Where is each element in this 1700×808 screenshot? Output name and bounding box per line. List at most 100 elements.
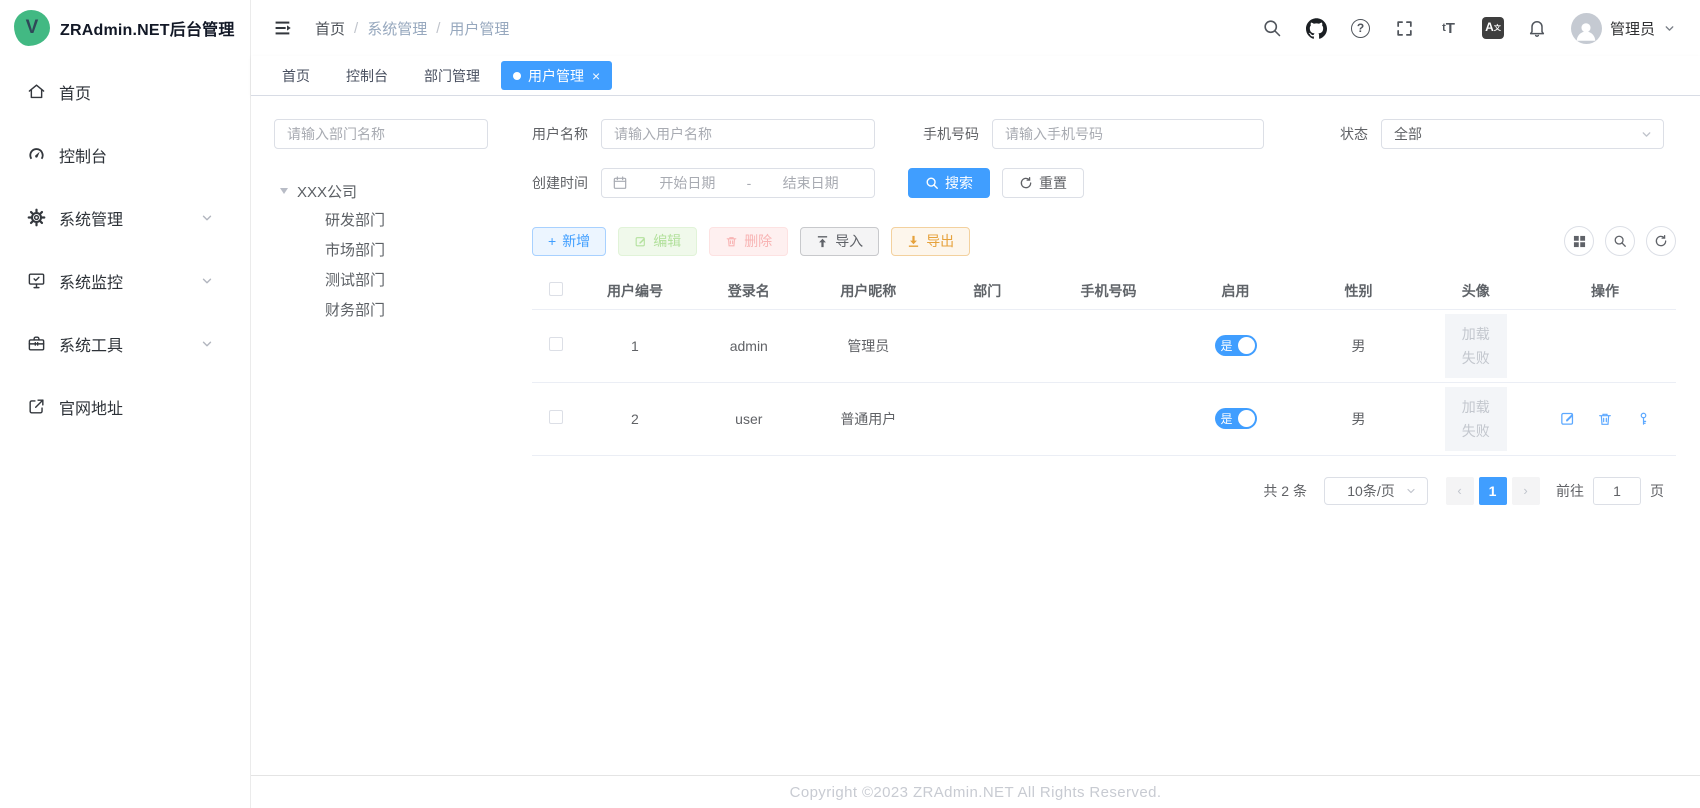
home-icon — [26, 82, 46, 102]
enabled-switch[interactable]: 是 — [1215, 408, 1257, 429]
table-tools — [1564, 226, 1676, 256]
sidebar-item-system-tools[interactable]: 系统工具 — [0, 312, 250, 375]
col-actions: 操作 — [1534, 273, 1676, 309]
col-nickname: 用户昵称 — [808, 273, 929, 309]
date-range-picker[interactable]: 开始日期 - 结束日期 — [601, 168, 875, 198]
row-checkbox[interactable] — [549, 410, 563, 424]
help-icon[interactable]: ? — [1350, 18, 1371, 39]
status-select[interactable]: 全部 — [1381, 119, 1664, 149]
phone-input[interactable] — [992, 119, 1264, 149]
tree-node-dept[interactable]: 研发部门 — [274, 206, 488, 236]
username-label: 管理员 — [1610, 18, 1655, 39]
avatar-broken-placeholder: 加载失败 — [1445, 314, 1507, 378]
select-all-checkbox[interactable] — [549, 282, 563, 296]
pagination: 共 2 条 10条/页 ‹ 1 › 前往 页 — [532, 477, 1676, 505]
sidebar-item-label: 系统监控 — [59, 269, 123, 293]
row-delete-icon[interactable] — [1597, 410, 1614, 427]
filter-row-2: 创建时间 开始日期 - 结束日期 搜索 重置 — [532, 168, 1676, 198]
dept-tree: XXX公司 研发部门 市场部门 测试部门 财务部门 — [274, 176, 488, 326]
breadcrumb-current: 用户管理 — [449, 18, 509, 39]
font-size-icon[interactable]: tT — [1438, 18, 1459, 39]
status-label: 状态 — [1340, 124, 1368, 144]
search-icon[interactable] — [1262, 18, 1283, 39]
sidebar-item-home[interactable]: 首页 — [0, 60, 250, 123]
page-number-1[interactable]: 1 — [1479, 477, 1507, 505]
goto-label: 前往 — [1556, 481, 1584, 501]
user-menu[interactable]: 管理员 — [1571, 13, 1676, 44]
switch-knob — [1238, 410, 1255, 427]
phone-label: 手机号码 — [923, 124, 979, 144]
user-panel: 用户名称 手机号码 状态 全部 创建时间 开始日期 - — [532, 119, 1676, 775]
page-size-select[interactable]: 10条/页 — [1324, 477, 1428, 505]
tab-console[interactable]: 控制台 — [331, 61, 403, 90]
dashboard-icon — [26, 145, 46, 165]
tab-user-management[interactable]: 用户管理 × — [501, 61, 612, 90]
language-icon[interactable]: A文 — [1482, 17, 1504, 39]
tree-expand-icon[interactable] — [280, 188, 288, 194]
prev-page-button[interactable]: ‹ — [1446, 477, 1474, 505]
tab-dept-management[interactable]: 部门管理 — [409, 61, 495, 90]
table-search-icon[interactable] — [1605, 226, 1635, 256]
import-button[interactable]: 导入 — [800, 227, 879, 256]
close-icon[interactable]: × — [592, 69, 600, 83]
row-actions — [1534, 410, 1676, 427]
edit-button[interactable]: 编辑 — [618, 227, 697, 256]
logo-icon: V — [14, 10, 50, 46]
search-button[interactable]: 搜索 — [908, 168, 990, 198]
next-page-button[interactable]: › — [1512, 477, 1540, 505]
tree-node-company[interactable]: XXX公司 — [274, 176, 488, 206]
breadcrumb-system: 系统管理 — [367, 18, 427, 39]
username-input[interactable] — [601, 119, 875, 149]
cell-dept — [929, 382, 1046, 455]
delete-button[interactable]: 删除 — [709, 227, 788, 256]
sidebar-item-official-site[interactable]: 官网地址 — [0, 375, 250, 438]
add-button[interactable]: + 新增 — [532, 227, 606, 256]
sidebar-item-system-management[interactable]: 系统管理 — [0, 186, 250, 249]
sidebar-menu: 首页 控制台 系统管理 — [0, 56, 250, 438]
trash-icon — [725, 235, 738, 248]
date-end-placeholder: 结束日期 — [757, 173, 864, 193]
export-button[interactable]: 导出 — [891, 227, 970, 256]
columns-toggle-icon[interactable] — [1564, 226, 1594, 256]
tree-node-dept[interactable]: 财务部门 — [274, 296, 488, 326]
filter-row-1: 用户名称 手机号码 状态 全部 — [532, 119, 1676, 149]
breadcrumb-home[interactable]: 首页 — [315, 18, 345, 39]
table-refresh-icon[interactable] — [1646, 226, 1676, 256]
cell-dept — [929, 309, 1046, 382]
bell-icon[interactable] — [1527, 18, 1548, 39]
chevron-down-icon — [197, 208, 217, 228]
cell-login: admin — [690, 309, 808, 382]
main-column: 首页 / 系统管理 / 用户管理 ? tT A文 — [251, 0, 1700, 808]
copyright-text: Copyright ©2023 ZRAdmin.NET All Rights R… — [790, 784, 1162, 801]
app-title: ZRAdmin.NET后台管理 — [60, 16, 235, 40]
goto-page-input[interactable] — [1593, 477, 1641, 505]
row-edit-icon[interactable] — [1559, 410, 1576, 427]
logo[interactable]: V ZRAdmin.NET后台管理 — [0, 0, 250, 56]
col-avatar: 头像 — [1417, 273, 1534, 309]
sidebar-item-console[interactable]: 控制台 — [0, 123, 250, 186]
sidebar-item-label: 系统工具 — [59, 332, 123, 356]
refresh-icon — [1019, 176, 1033, 190]
row-checkbox[interactable] — [549, 337, 563, 351]
dept-search-input[interactable] — [274, 119, 488, 149]
footer: Copyright ©2023 ZRAdmin.NET All Rights R… — [251, 775, 1700, 808]
reset-button[interactable]: 重置 — [1002, 168, 1084, 198]
enabled-switch[interactable]: 是 — [1215, 335, 1257, 356]
sidebar-item-label: 系统管理 — [59, 206, 123, 230]
plus-icon: + — [548, 233, 556, 249]
table-toolbar: + 新增 编辑 删除 导入 — [532, 226, 1676, 256]
sidebar-item-system-monitor[interactable]: 系统监控 — [0, 249, 250, 312]
cell-user-id: 2 — [580, 382, 690, 455]
active-dot — [513, 72, 521, 80]
fullscreen-icon[interactable] — [1394, 18, 1415, 39]
tab-home[interactable]: 首页 — [267, 61, 325, 90]
chevron-down-icon — [1640, 128, 1653, 141]
table-header-row: 用户编号 登录名 用户昵称 部门 手机号码 启用 性别 头像 操作 — [532, 273, 1676, 309]
sidebar-collapse-icon[interactable] — [271, 17, 293, 39]
row-reset-password-icon[interactable] — [1635, 410, 1652, 427]
tree-node-dept[interactable]: 市场部门 — [274, 236, 488, 266]
cell-phone — [1046, 309, 1172, 382]
tree-node-dept[interactable]: 测试部门 — [274, 266, 488, 296]
github-icon[interactable] — [1306, 18, 1327, 39]
gear-icon — [26, 208, 46, 228]
